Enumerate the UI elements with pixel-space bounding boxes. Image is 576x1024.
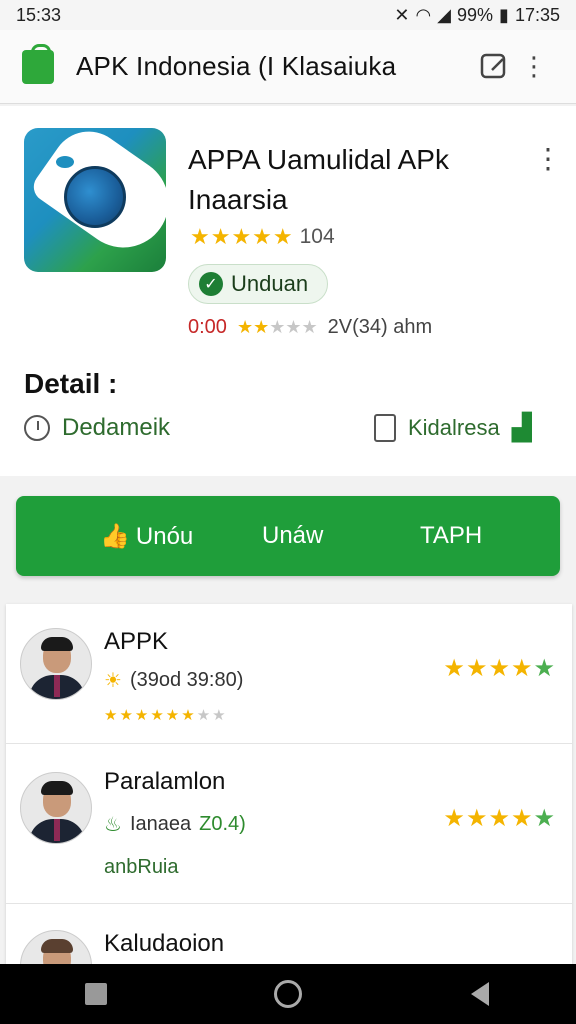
home-button[interactable] bbox=[268, 974, 308, 1014]
shopping-bag-icon bbox=[374, 413, 396, 442]
status-time-left: 15:33 bbox=[16, 4, 62, 25]
back-icon bbox=[471, 982, 489, 1006]
reviews-list: APPK ☀ (39od 39:80) ★★★★★★★★ ★★★★★ Paral… bbox=[6, 604, 572, 1002]
review-stars: ★★★★★ bbox=[443, 805, 556, 832]
action-bar: 👍 Unóu Unáw TAPH bbox=[16, 496, 560, 576]
rating-stars: ★★★★★ bbox=[190, 224, 294, 249]
review-tag: anbRuia bbox=[104, 856, 179, 878]
action-button-1[interactable]: 👍 Unóu bbox=[100, 522, 193, 551]
avatar bbox=[20, 628, 92, 700]
install-label: Unduan bbox=[231, 271, 309, 296]
detail-left[interactable]: Dedameik bbox=[24, 414, 170, 442]
app-more-icon[interactable]: ⋮ bbox=[534, 142, 562, 175]
status-time-right: 17:35 bbox=[514, 4, 560, 25]
review-meta-value: Z0.4) bbox=[199, 813, 246, 835]
rating-count: 104 bbox=[299, 225, 335, 248]
mute-icon: ✕ bbox=[394, 4, 410, 25]
meta-size: 2V(34) ahm bbox=[327, 316, 433, 338]
leaf-icon: ♨ bbox=[104, 814, 122, 836]
review-meta: ♨ Ianaea Z0.4) bbox=[104, 812, 246, 837]
review-meta: ☀ (39od 39:80) bbox=[104, 668, 243, 693]
detail-right[interactable]: Kidalresa ▟ bbox=[374, 412, 532, 443]
recents-button[interactable] bbox=[76, 974, 116, 1014]
review-name: APPK bbox=[104, 628, 169, 655]
status-bar: 15:33 ✕ ◠ ◢ 99% ▮ 17:35 bbox=[0, 0, 576, 30]
review-item[interactable]: APPK ☀ (39od 39:80) ★★★★★★★★ ★★★★★ bbox=[6, 604, 572, 744]
more-icon[interactable]: ⋮ bbox=[514, 47, 554, 87]
action-button-3[interactable]: TAPH bbox=[420, 522, 482, 550]
signal-icon: ◢ bbox=[437, 4, 452, 25]
chart-icon: ▟ bbox=[511, 412, 532, 442]
bag-icon bbox=[22, 43, 54, 84]
avatar bbox=[20, 772, 92, 844]
app-bar-title: APK Indonesia (I Klasaiuka bbox=[76, 51, 397, 81]
action-button-2[interactable]: Unáw bbox=[262, 522, 323, 550]
clock-icon bbox=[24, 415, 50, 441]
action-button-3-label: TAPH bbox=[420, 522, 483, 549]
review-meta-text: Ianaea bbox=[129, 813, 192, 835]
check-icon: ✓ bbox=[199, 272, 223, 296]
review-name: Paralamlon bbox=[104, 768, 226, 795]
back-button[interactable] bbox=[460, 974, 500, 1014]
battery-icon: ▮ bbox=[499, 4, 509, 25]
status-icons: ✕ ◠ ◢ 99% ▮ 17:35 bbox=[394, 5, 560, 26]
review-item[interactable]: Paralamlon ♨ Ianaea Z0.4) anbRuia ★★★★★ bbox=[6, 744, 572, 904]
battery-level: 99% bbox=[457, 4, 494, 25]
review-item[interactable]: Kaludaoion bbox=[6, 904, 572, 1002]
install-chip[interactable]: ✓ Unduan bbox=[188, 264, 328, 304]
rating-row: ★★★★★ 104 bbox=[190, 224, 335, 250]
app-name: APPA Uamulidal APk Inaarsia bbox=[188, 144, 449, 215]
action-button-1-label: Unóu bbox=[135, 522, 194, 550]
recents-icon bbox=[85, 983, 107, 1005]
sun-icon: ☀ bbox=[104, 670, 122, 692]
review-name: Kaludaoion bbox=[104, 930, 225, 957]
review-meta-text: (39od 39:80) bbox=[129, 669, 244, 691]
meta-row: 0:00 ★★★★★ 2V(34) ahm bbox=[188, 316, 432, 339]
app-detail-card: APPA Uamulidal APk Inaarsia ⋮ ★★★★★ 104 … bbox=[0, 106, 576, 476]
app-bar: APK Indonesia (I Klasaiuka ⋮ bbox=[0, 30, 576, 104]
system-nav-bar bbox=[0, 964, 576, 1024]
action-button-2-label: Unáw bbox=[262, 522, 324, 549]
thumbs-up-icon: 👍 bbox=[100, 523, 130, 550]
wifi-icon: ◠ bbox=[415, 4, 432, 25]
search-icon[interactable] bbox=[474, 47, 514, 87]
review-stars: ★★★★★ bbox=[443, 655, 556, 682]
home-icon bbox=[274, 980, 302, 1008]
review-small-stars: ★★★★★★★★ bbox=[104, 707, 228, 724]
app-icon bbox=[24, 128, 166, 272]
detail-right-label: Kidalresa bbox=[408, 414, 500, 440]
detail-left-label: Dedameik bbox=[62, 414, 171, 441]
meta-stars: ★★★★★ bbox=[236, 317, 318, 337]
detail-title: Detail : bbox=[24, 368, 118, 399]
meta-time: 0:00 bbox=[188, 316, 227, 338]
